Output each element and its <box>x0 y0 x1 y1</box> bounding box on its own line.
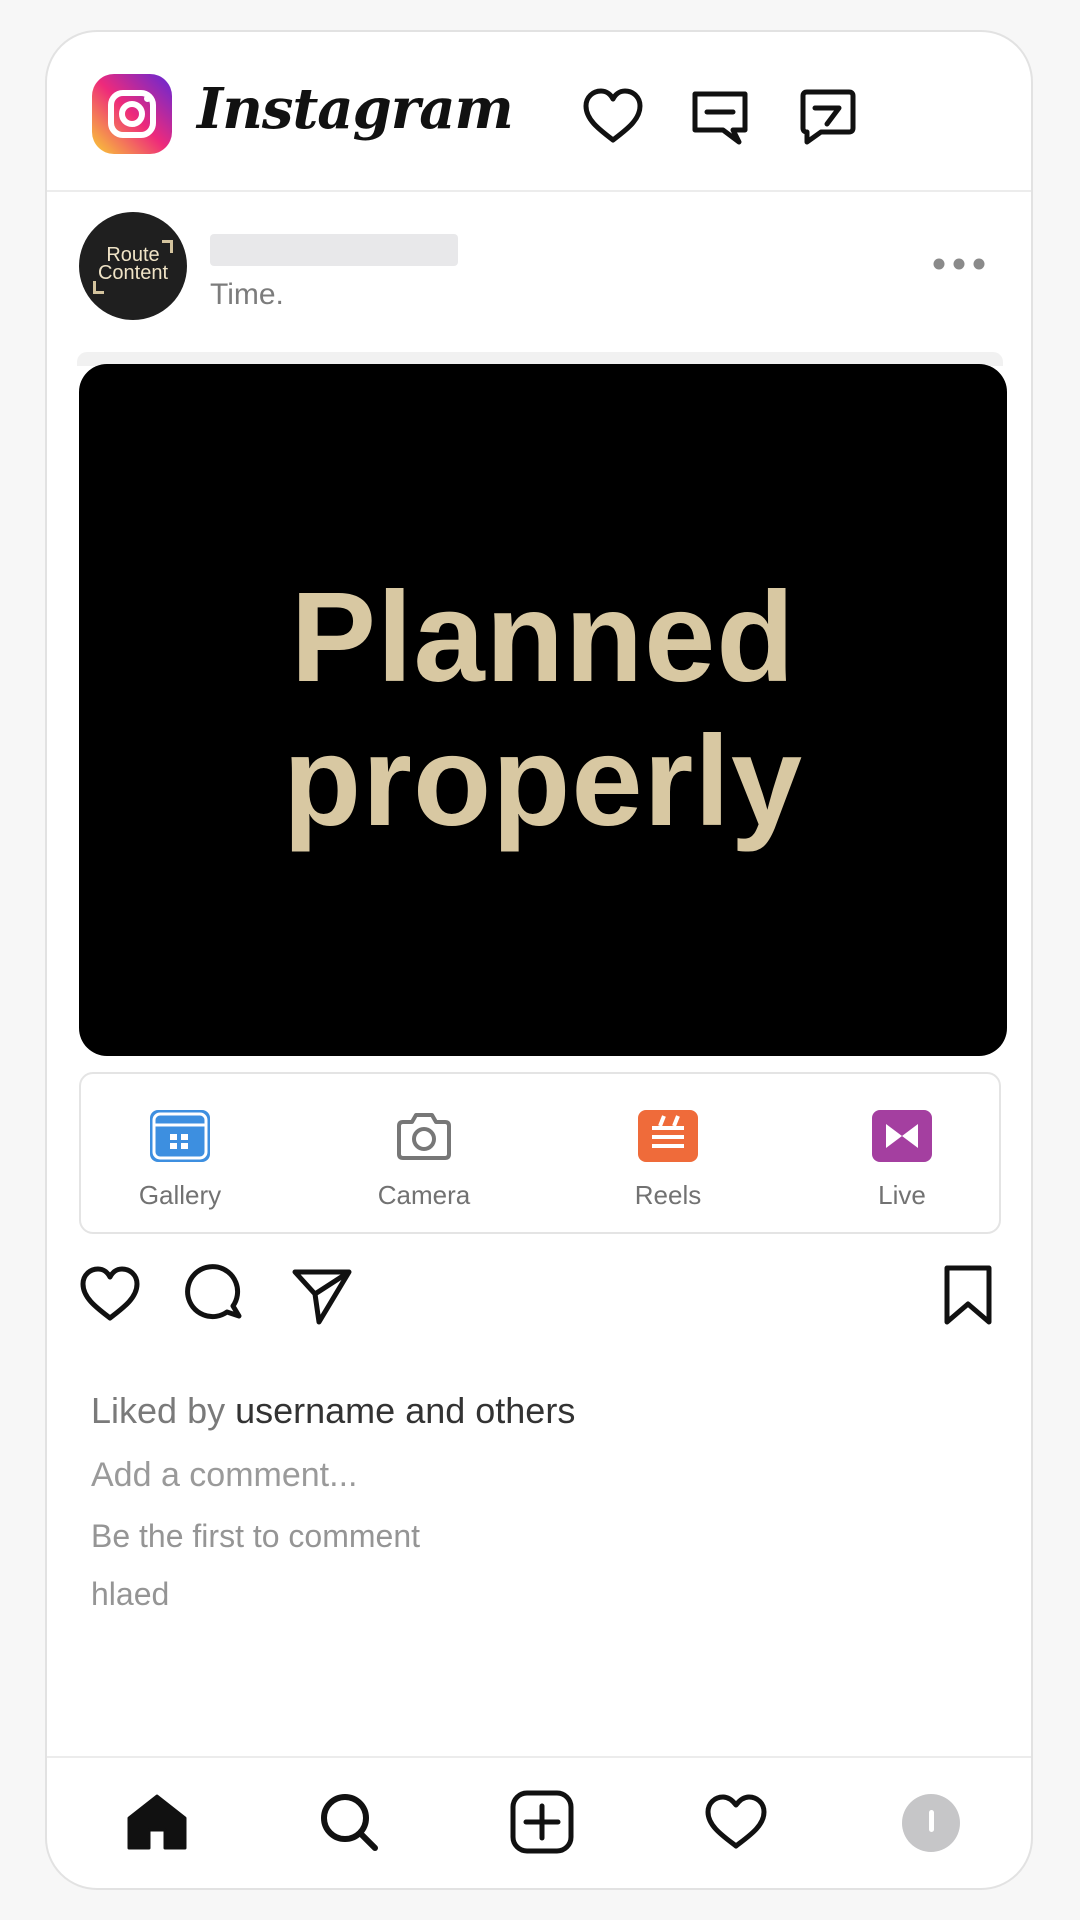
activity-icon[interactable] <box>702 1788 770 1856</box>
top-bar: Instagram <box>47 32 1031 192</box>
create-live-button[interactable]: Live <box>817 1110 987 1211</box>
brand-wordmark: Instagram <box>197 76 514 142</box>
search-icon[interactable] <box>315 1788 383 1856</box>
liked-by-prefix: Liked by <box>91 1390 226 1431</box>
phone-frame: Instagram Route Content Time. Planned pr… <box>45 30 1033 1890</box>
create-icon[interactable] <box>508 1788 576 1856</box>
messenger-icon[interactable] <box>687 84 753 150</box>
create-options-panel: Gallery Camera Reels Live <box>79 1072 1001 1234</box>
bottom-navigation <box>47 1756 1031 1888</box>
post-image-text-line2: properly <box>282 710 804 853</box>
bookmark-icon[interactable] <box>935 1262 1001 1328</box>
create-gallery-label: Gallery <box>138 1180 222 1210</box>
reels-icon <box>638 1110 698 1162</box>
camera-icon <box>394 1110 454 1162</box>
profile-icon[interactable] <box>902 1794 960 1852</box>
create-reels-button[interactable]: Reels <box>583 1110 753 1211</box>
create-camera-label: Camera <box>377 1180 471 1210</box>
avatar[interactable]: Route Content <box>79 212 187 320</box>
post-time: Time. <box>210 278 284 311</box>
create-reels-label: Reels <box>634 1180 702 1210</box>
live-icon <box>872 1110 932 1162</box>
liked-by-text: Liked by username and others <box>91 1390 575 1432</box>
liked-by-names[interactable]: username and others <box>235 1390 575 1431</box>
create-live-label: Live <box>878 1180 926 1210</box>
post-image-text: Planned properly <box>283 566 803 854</box>
avatar-text-content: Content <box>97 262 169 284</box>
add-comment-input[interactable]: Add a comment... <box>91 1456 357 1495</box>
first-comment-prompt: Be the first to comment <box>91 1518 421 1554</box>
gallery-icon <box>150 1110 210 1162</box>
like-heart-icon[interactable] <box>77 1262 143 1328</box>
create-gallery-button[interactable]: Gallery <box>95 1110 265 1211</box>
post-image-text-line1: Planned <box>290 566 796 709</box>
more-options-icon[interactable] <box>931 254 987 274</box>
username-placeholder[interactable] <box>210 234 458 266</box>
heart-icon[interactable] <box>580 84 646 150</box>
direct-message-icon[interactable] <box>795 84 861 150</box>
share-send-icon[interactable] <box>289 1262 355 1328</box>
home-icon[interactable] <box>123 1788 191 1856</box>
instagram-logo-icon[interactable] <box>92 74 172 154</box>
comment-icon[interactable] <box>183 1262 249 1328</box>
caption-tag: hlaed <box>91 1576 170 1612</box>
create-camera-button[interactable]: Camera <box>339 1110 509 1211</box>
post-image[interactable]: Planned properly <box>79 364 1007 1056</box>
